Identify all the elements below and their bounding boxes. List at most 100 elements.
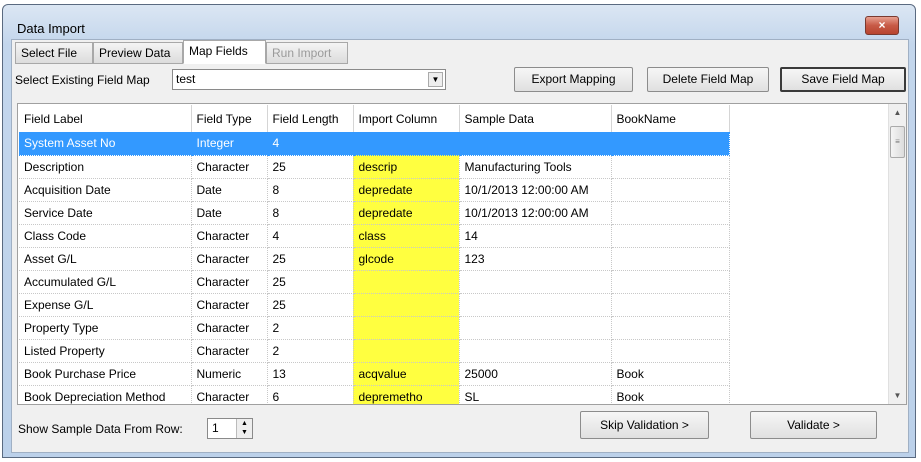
spin-up-icon[interactable]: ▲: [237, 419, 252, 428]
table-cell: Class Code: [19, 224, 192, 248]
scroll-thumb[interactable]: ≡: [890, 126, 905, 158]
table-cell: 25: [267, 247, 354, 271]
table-cell: Accumulated G/L: [19, 270, 192, 294]
table-cell: 13: [267, 362, 354, 386]
table-cell: Character: [191, 247, 268, 271]
table-cell[interactable]: descrip: [353, 155, 460, 179]
table-row[interactable]: Book Purchase Price Numeric 13 acqvalue 2500…: [19, 362, 730, 386]
table-cell: 2: [267, 339, 354, 363]
window-client: Select File Preview Data Map Fields Run …: [11, 39, 909, 453]
field-map-label: Select Existing Field Map: [15, 73, 150, 87]
table-row[interactable]: Book Depreciation Method Character 6 deprem…: [19, 385, 730, 404]
spin-down-icon[interactable]: ▼: [237, 428, 252, 437]
table-cell: [611, 270, 730, 294]
table-cell: Character: [191, 270, 268, 294]
table-cell[interactable]: [353, 293, 460, 317]
table-cell: Book Depreciation Method: [19, 385, 192, 404]
table-row[interactable]: Expense G/L Character 25: [19, 293, 730, 317]
table-cell: System Asset No: [19, 132, 192, 156]
table-cell: Character: [191, 224, 268, 248]
field-mapping-grid[interactable]: Field Label Field Type Field Length Import …: [17, 103, 907, 405]
table-cell[interactable]: depredate: [353, 178, 460, 202]
table-row[interactable]: Description Character 25 descrip Manufacturi…: [19, 155, 730, 179]
table-cell: 25: [267, 293, 354, 317]
table-row[interactable]: Service Date Date 8 depredate 10/1/2013 12:0…: [19, 201, 730, 225]
table-row[interactable]: Acquisition Date Date 8 depredate 10/1/2013 …: [19, 178, 730, 202]
table-cell: Book: [611, 385, 730, 404]
table-cell[interactable]: [353, 316, 460, 340]
validate-button[interactable]: Validate >: [750, 411, 877, 439]
sample-row-label: Show Sample Data From Row:: [18, 422, 183, 436]
field-map-select[interactable]: test ▼: [172, 69, 446, 90]
tab-preview-data[interactable]: Preview Data: [93, 42, 183, 64]
table-cell[interactable]: depremetho: [353, 385, 460, 404]
scroll-up-icon[interactable]: ▲: [889, 104, 906, 121]
table-cell: 25: [267, 270, 354, 294]
table-cell[interactable]: depredate: [353, 201, 460, 225]
table-cell[interactable]: [353, 132, 460, 156]
table-cell: Character: [191, 316, 268, 340]
table-cell: [611, 155, 730, 179]
column-header[interactable]: Field Length: [267, 105, 354, 132]
vertical-scrollbar[interactable]: ▲ ≡ ▼: [888, 104, 906, 404]
export-mapping-button[interactable]: Export Mapping: [514, 67, 633, 92]
column-header[interactable]: Sample Data: [459, 105, 612, 132]
close-icon[interactable]: ×: [865, 16, 899, 35]
table-cell: [611, 224, 730, 248]
data-import-window: Data Import × Select File Preview Data M…: [2, 4, 916, 458]
chevron-down-icon[interactable]: ▼: [428, 72, 443, 87]
sample-row-value: 1: [212, 421, 219, 435]
table-cell: 10/1/2013 12:00:00 AM: [459, 201, 612, 225]
column-header[interactable]: BookName: [611, 105, 730, 132]
table-cell[interactable]: glcode: [353, 247, 460, 271]
table-cell: Property Type: [19, 316, 192, 340]
tab-select-file[interactable]: Select File: [15, 42, 93, 64]
column-header[interactable]: Field Type: [191, 105, 268, 132]
table-cell: 8: [267, 201, 354, 225]
table-cell[interactable]: class: [353, 224, 460, 248]
table-cell: Asset G/L: [19, 247, 192, 271]
table-cell[interactable]: [353, 270, 460, 294]
table-cell: Manufacturing Tools: [459, 155, 612, 179]
table-cell: 25: [267, 155, 354, 179]
table-row[interactable]: Accumulated G/L Character 25: [19, 270, 730, 294]
save-field-map-button[interactable]: Save Field Map: [780, 67, 906, 92]
table-cell: Expense G/L: [19, 293, 192, 317]
table-cell: 123: [459, 247, 612, 271]
table-cell: Date: [191, 178, 268, 202]
table-cell: Acquisition Date: [19, 178, 192, 202]
table-row[interactable]: Asset G/L Character 25 glcode 123: [19, 247, 730, 271]
table-cell: [611, 339, 730, 363]
skip-validation-button[interactable]: Skip Validation >: [580, 411, 709, 439]
table-cell: Character: [191, 155, 268, 179]
table-cell: Listed Property: [19, 339, 192, 363]
table-cell: 14: [459, 224, 612, 248]
field-map-value: test: [176, 72, 196, 86]
table-cell: 2: [267, 316, 354, 340]
table-row[interactable]: Listed Property Character 2: [19, 339, 730, 363]
table-cell[interactable]: acqvalue: [353, 362, 460, 386]
tab-run-import: Run Import: [266, 42, 348, 64]
table-cell: 10/1/2013 12:00:00 AM: [459, 178, 612, 202]
table-cell: Character: [191, 339, 268, 363]
table-row[interactable]: Class Code Character 4 class 14: [19, 224, 730, 248]
table-cell: 25000: [459, 362, 612, 386]
table-cell: [611, 316, 730, 340]
table-cell: [611, 178, 730, 202]
column-header[interactable]: Field Label: [19, 105, 192, 132]
delete-field-map-button[interactable]: Delete Field Map: [647, 67, 769, 92]
table-cell: SL: [459, 385, 612, 404]
table-cell: 8: [267, 178, 354, 202]
table-cell: [459, 132, 612, 156]
table-cell[interactable]: [353, 339, 460, 363]
table-cell: Description: [19, 155, 192, 179]
table-cell: Book: [611, 362, 730, 386]
table-cell: Book Purchase Price: [19, 362, 192, 386]
table-cell: [459, 339, 612, 363]
column-header[interactable]: Import Column: [353, 105, 460, 132]
table-row[interactable]: System Asset No Integer 4: [19, 132, 730, 156]
sample-row-stepper[interactable]: 1 ▲ ▼: [207, 418, 253, 439]
scroll-down-icon[interactable]: ▼: [889, 387, 906, 404]
tab-map-fields[interactable]: Map Fields: [183, 40, 266, 64]
table-row[interactable]: Property Type Character 2: [19, 316, 730, 340]
